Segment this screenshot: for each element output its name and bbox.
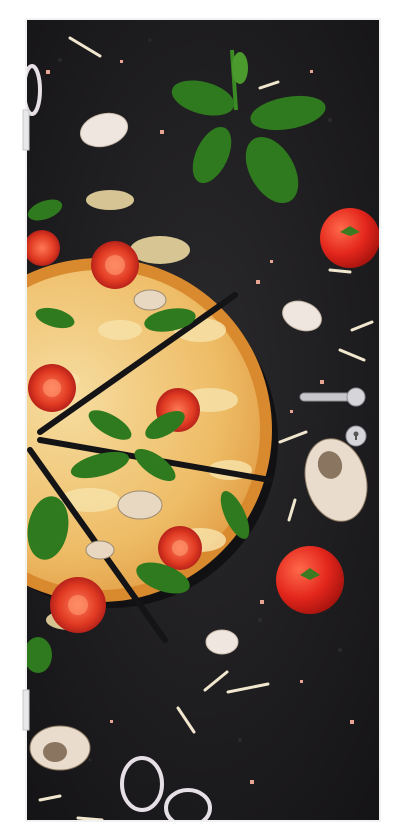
door-illustration [0,0,408,840]
keyhole-icon [345,425,367,447]
door-sticker-image [0,0,408,840]
